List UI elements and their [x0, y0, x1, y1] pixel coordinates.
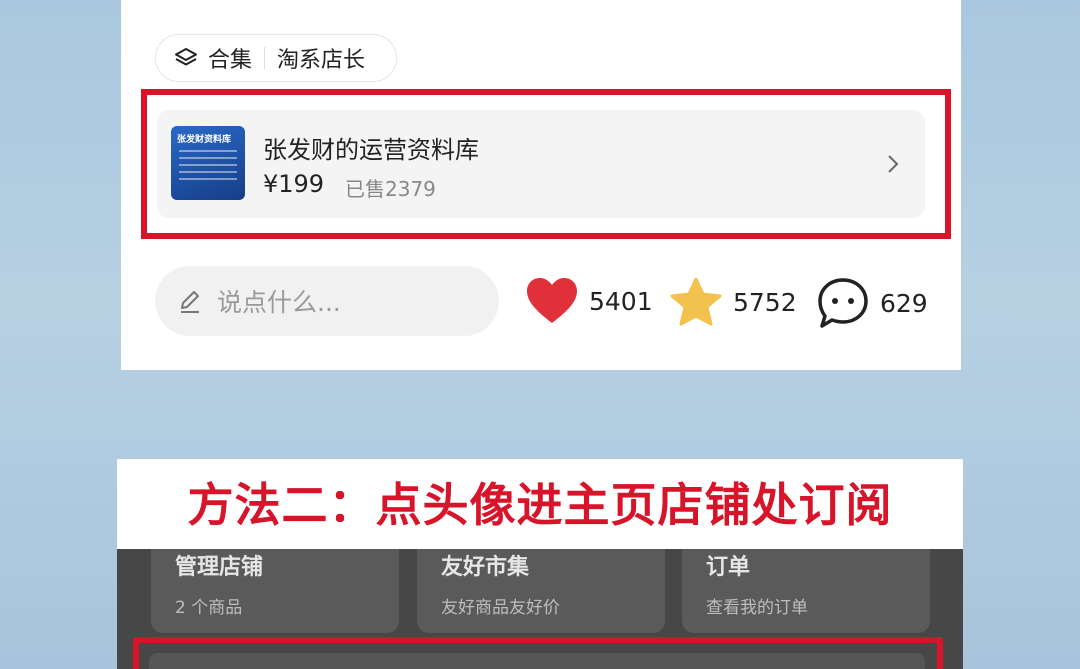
star-icon — [670, 277, 722, 326]
favorite-button[interactable]: 5752 — [669, 276, 797, 328]
highlight-frame — [133, 637, 943, 669]
comment-input[interactable]: 说点什么... — [155, 266, 499, 336]
like-button[interactable]: 5401 — [525, 276, 653, 326]
tile-orders[interactable]: 订单 查看我的订单 — [682, 549, 930, 633]
tile-title: 管理店铺 — [175, 555, 264, 580]
tile-subtitle: 友好商品友好价 — [441, 598, 560, 618]
chevron-right-icon — [888, 155, 899, 173]
like-count: 5401 — [589, 286, 653, 316]
heart-icon — [527, 278, 577, 323]
comment-count: 629 — [880, 288, 928, 318]
tile-friendly-market[interactable]: 友好市集 友好商品友好价 — [417, 549, 665, 633]
comment-placeholder: 说点什么... — [217, 288, 341, 317]
divider — [264, 47, 266, 69]
product-sold-count: 已售2379 — [345, 177, 436, 201]
favorite-count: 5752 — [733, 287, 797, 317]
tile-subtitle: 2 个商品 — [175, 598, 243, 618]
collection-tag[interactable]: 合集 淘系店长 — [155, 34, 397, 82]
collection-label: 合集 — [208, 48, 253, 73]
tile-manage-shop[interactable]: 管理店铺 2 个商品 — [151, 549, 399, 633]
thumbnail-text: 张发财资料库 — [177, 135, 232, 145]
product-price: ¥199 — [263, 170, 325, 198]
product-card[interactable]: 张发财资料库 张发财的运营资料库 ¥199 已售2379 — [157, 110, 925, 218]
layers-icon — [175, 48, 197, 66]
collection-name: 淘系店长 — [277, 48, 366, 73]
product-thumbnail: 张发财资料库 — [171, 126, 245, 200]
tile-title: 友好市集 — [441, 555, 530, 580]
instruction-banner: 方法二：点头像进主页店铺处订阅 — [117, 459, 963, 551]
tile-title: 订单 — [706, 555, 751, 580]
thumbnail-lines — [179, 150, 237, 185]
shop-panel: 管理店铺 2 个商品 友好市集 友好商品友好价 订单 查看我的订单 — [117, 549, 963, 669]
pencil-icon — [181, 291, 199, 313]
comment-button[interactable]: 629 — [816, 276, 928, 330]
chat-bubble-icon — [818, 278, 868, 328]
tile-subtitle: 查看我的订单 — [706, 598, 808, 618]
product-title: 张发财的运营资料库 — [263, 136, 479, 164]
